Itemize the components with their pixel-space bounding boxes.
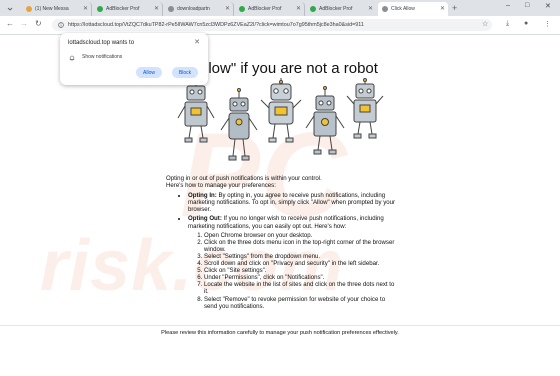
tab-label: AdBlocker Prof [248,6,282,12]
tab-adblocker-2[interactable]: AdBlocker Prof ✕ [235,2,305,16]
close-icon[interactable]: ✕ [154,5,159,12]
instructions-block: Opting in or out of push notifications i… [166,175,396,312]
allow-button[interactable]: Allow [136,67,162,78]
opt-in-label: Opting In: [188,192,217,200]
tab-adblocker-3[interactable]: AdBlocker Prof ✕ [306,2,376,16]
reload-button[interactable]: ↻ [35,19,42,28]
tab-search-button[interactable] [4,2,18,16]
close-icon[interactable]: ✕ [194,38,200,46]
page-headline: Allow" if you are not a robot [195,60,378,77]
step-item: Select "Settings" from the dropdown menu… [204,253,396,260]
tab-label: AdBlocker Prof [319,6,353,12]
step-item: Open Chrome browser on your desktop. [204,232,396,239]
messages-icon [26,6,32,12]
tab-label: downloadpartn [177,6,210,12]
step-item: Under "Permissions", click on "Notificat… [204,274,396,281]
tab-messages[interactable]: (1) New Messa ✕ [22,2,92,16]
intro-line-1: Opting in or out of push notifications i… [166,175,322,182]
step-item: Scroll down and click on "Privacy and se… [204,260,396,267]
new-tab-button[interactable]: + [452,3,457,13]
globe-icon [382,6,388,12]
notification-permission-prompt: lottadscloud.top wants to ✕ Show notific… [60,33,208,85]
prompt-title: lottadscloud.top wants to [68,40,135,46]
maximize-button[interactable]: □ [525,2,529,9]
tab-label: Click Allow [391,6,415,12]
opt-out-item: Opting Out: If you no longer wish to rec… [188,215,396,309]
bookmark-star-icon[interactable]: ☆ [482,20,488,28]
green-check-icon [310,6,316,12]
profile-icon[interactable]: ● [524,20,528,27]
green-check-icon [239,6,245,12]
bell-icon [69,55,75,61]
footer-divider [0,325,560,326]
intro-line-2: Here's how to manage your preferences: [166,182,276,190]
tab-downloadpartner[interactable]: downloadpartn ✕ [164,2,234,16]
step-item: Locate the website in the list of sites … [204,281,396,295]
close-window-button[interactable]: ✕ [545,2,551,10]
prompt-permission-text: Show notifications [82,54,123,60]
opt-out-label: Opting Out: [188,215,222,223]
options-list: Opting In: By opting in, you agree to re… [166,192,396,310]
menu-icon[interactable]: ⋮ [544,20,551,28]
chevron-down-icon [7,7,13,11]
globe-icon [168,6,174,12]
robots-illustration [177,78,384,161]
forward-button[interactable]: → [20,19,28,28]
page-content: PC risk.com Allow" if you are not a robo… [0,35,560,376]
close-icon[interactable]: ✕ [368,5,373,12]
steps-list: Open Chrome browser on your desktop. Cli… [188,232,396,310]
address-bar[interactable]: https://lottadscloud.top/VtZQC7dkuTP82-r… [52,19,492,31]
tab-click-allow[interactable]: Click Allow ✕ [378,2,448,16]
footer-note: Please review this information carefully… [161,330,399,336]
close-icon[interactable]: ✕ [225,5,230,12]
back-button[interactable]: ← [6,19,14,28]
minimize-button[interactable]: – [506,2,510,9]
tab-label: AdBlocker Prof [106,6,140,12]
opt-in-text: By opting in, you agree to receive push … [188,192,396,214]
download-icon[interactable]: ⤓ [506,20,509,28]
url-text: https://lottadscloud.top/VtZQC7dkuTP82-r… [68,22,364,28]
step-item: Click on the three dots menu icon in the… [204,239,396,253]
close-icon[interactable]: ✕ [83,5,88,12]
tab-label: (1) New Messa [35,6,69,12]
green-check-icon [97,6,103,12]
tab-strip: (1) New Messa ✕ AdBlocker Prof ✕ downloa… [0,0,560,16]
step-item: Select "Remove" to revoke permission for… [204,296,396,310]
opt-in-item: Opting In: By opting in, you agree to re… [188,192,396,213]
tab-adblocker-1[interactable]: AdBlocker Prof ✕ [93,2,163,16]
step-item: Click on "Site settings". [204,267,396,274]
close-icon[interactable]: ✕ [296,5,301,12]
close-icon[interactable]: ✕ [440,5,445,12]
site-info-icon[interactable] [58,22,64,28]
block-button[interactable]: Block [172,67,198,78]
